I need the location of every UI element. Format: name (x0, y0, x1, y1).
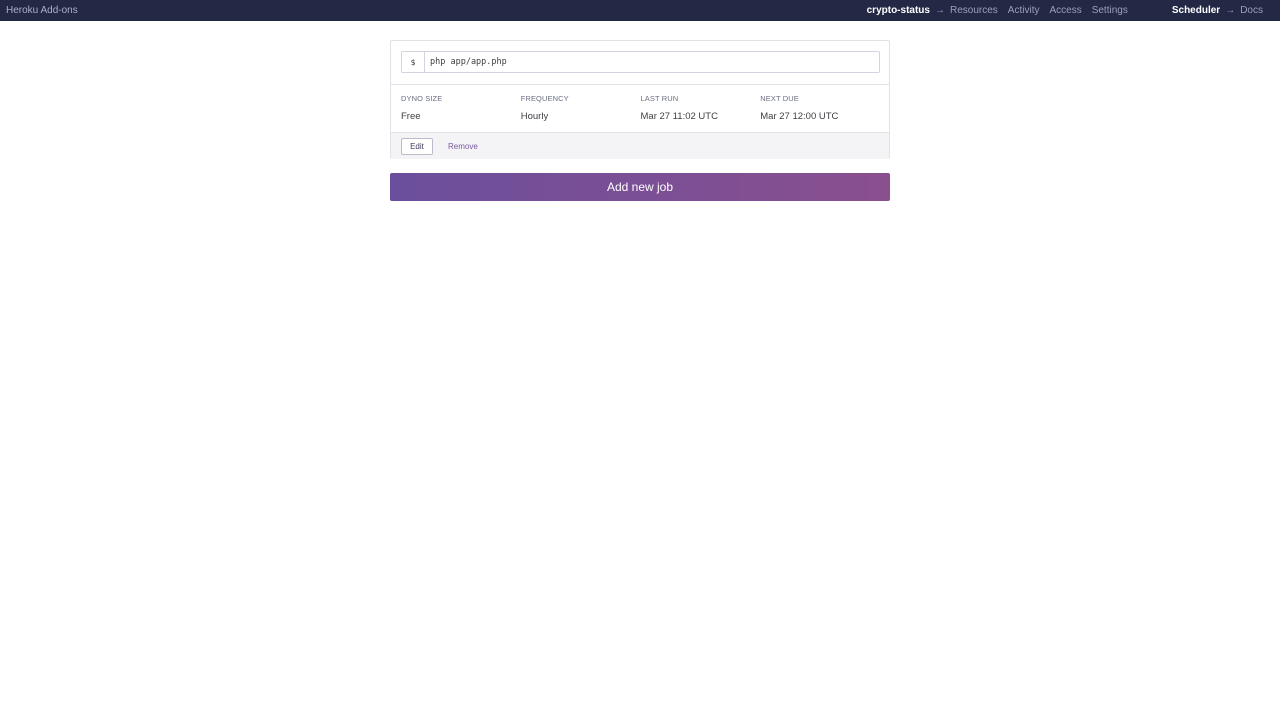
nav-link-access[interactable]: Access (1049, 5, 1081, 16)
dollar-prompt-icon: $ (402, 52, 425, 72)
detail-value: Mar 27 11:02 UTC (640, 111, 718, 122)
add-new-job-button[interactable]: Add new job (390, 173, 890, 201)
detail-next-due: NEXT DUE Mar 27 12:00 UTC (760, 93, 880, 123)
nav-link-resources[interactable]: Resources (950, 5, 998, 16)
top-navigation-bar: Heroku Add-ons crypto-status → Resources… (0, 0, 1280, 21)
detail-value: Free (401, 111, 421, 122)
addon-name-scheduler[interactable]: Scheduler (1172, 5, 1220, 16)
app-navigation: crypto-status → Resources Activity Acces… (867, 0, 1263, 21)
command-field: $ (401, 51, 880, 73)
heroku-addons-link[interactable]: Heroku Add-ons (6, 0, 78, 21)
scheduled-job-card: $ DYNO SIZE Free FREQUENCY Hourly LAST R… (390, 40, 890, 159)
command-input[interactable] (425, 52, 879, 72)
remove-link[interactable]: Remove (448, 142, 478, 151)
docs-link[interactable]: Docs (1240, 5, 1263, 16)
arrow-right-icon: → (934, 5, 945, 16)
detail-frequency: FREQUENCY Hourly (521, 93, 641, 123)
detail-last-run: LAST RUN Mar 27 11:02 UTC (641, 93, 761, 123)
edit-button[interactable]: Edit (401, 137, 433, 155)
job-details: DYNO SIZE Free FREQUENCY Hourly LAST RUN… (401, 93, 880, 123)
detail-value: Hourly (520, 111, 549, 122)
detail-label: DYNO SIZE (401, 94, 443, 103)
detail-value: Mar 27 12:00 UTC (760, 111, 839, 122)
detail-dyno-size: DYNO SIZE Free (401, 93, 521, 123)
job-actions: Edit Remove (391, 132, 889, 159)
detail-label: NEXT DUE (760, 94, 799, 103)
nav-link-settings[interactable]: Settings (1092, 5, 1128, 16)
detail-label: LAST RUN (640, 94, 679, 103)
divider (391, 84, 889, 85)
arrow-right-icon: → (1225, 5, 1236, 16)
detail-label: FREQUENCY (520, 94, 569, 103)
nav-link-activity[interactable]: Activity (1008, 5, 1040, 16)
app-name[interactable]: crypto-status (867, 5, 930, 16)
